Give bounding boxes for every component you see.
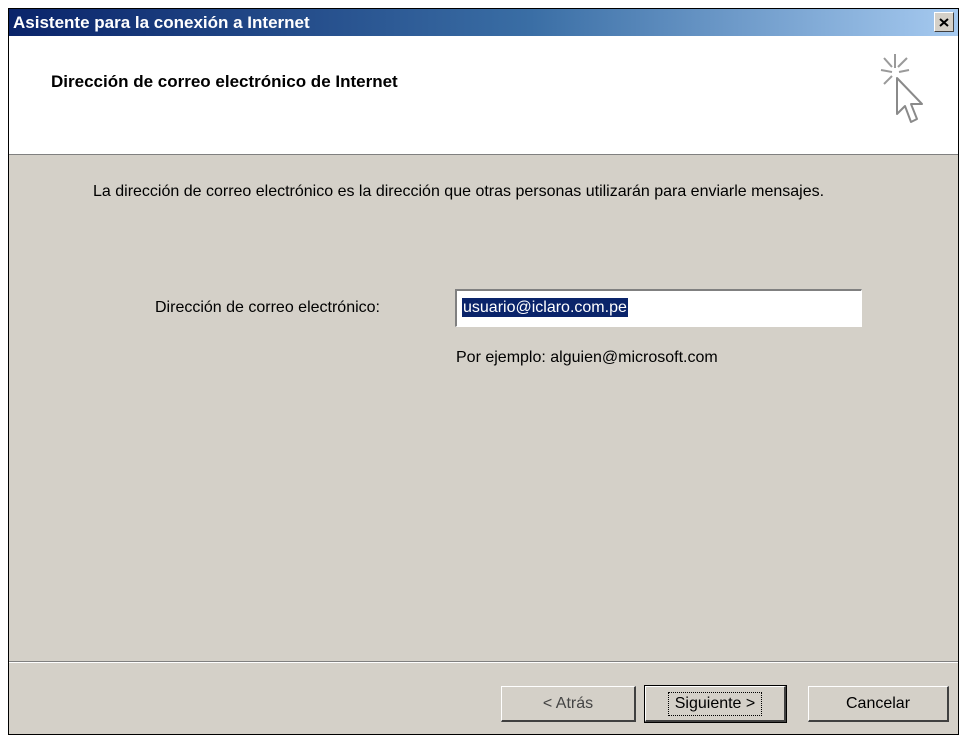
wizard-header: Dirección de correo electrónico de Inter… <box>9 36 958 155</box>
cancel-button-label: Cancelar <box>845 694 911 712</box>
example-hint: Por ejemplo: alguien@microsoft.com <box>456 349 718 366</box>
close-icon <box>939 17 949 27</box>
page-title: Dirección de correo electrónico de Inter… <box>51 72 398 91</box>
next-button-label: Siguiente > <box>667 691 763 716</box>
email-field[interactable]: usuario@iclaro.com.pe <box>455 289 862 327</box>
footer-divider <box>9 661 958 663</box>
next-button[interactable]: Siguiente > <box>644 685 787 723</box>
back-button[interactable]: < Atrás <box>501 686 636 722</box>
cancel-button[interactable]: Cancelar <box>808 686 949 722</box>
wizard-dialog: Asistente para la conexión a Internet Di… <box>8 8 959 735</box>
email-field-value[interactable]: usuario@iclaro.com.pe <box>462 298 628 317</box>
description-text: La dirección de correo electrónico es la… <box>93 183 825 200</box>
close-button[interactable] <box>934 12 954 32</box>
email-field-label: Dirección de correo electrónico: <box>155 299 380 316</box>
wizard-cursor-sparkle-icon <box>880 54 923 123</box>
window-title: Asistente para la conexión a Internet <box>13 13 310 32</box>
title-bar[interactable]: Asistente para la conexión a Internet <box>9 9 958 36</box>
back-button-label: < Atrás <box>542 694 594 712</box>
